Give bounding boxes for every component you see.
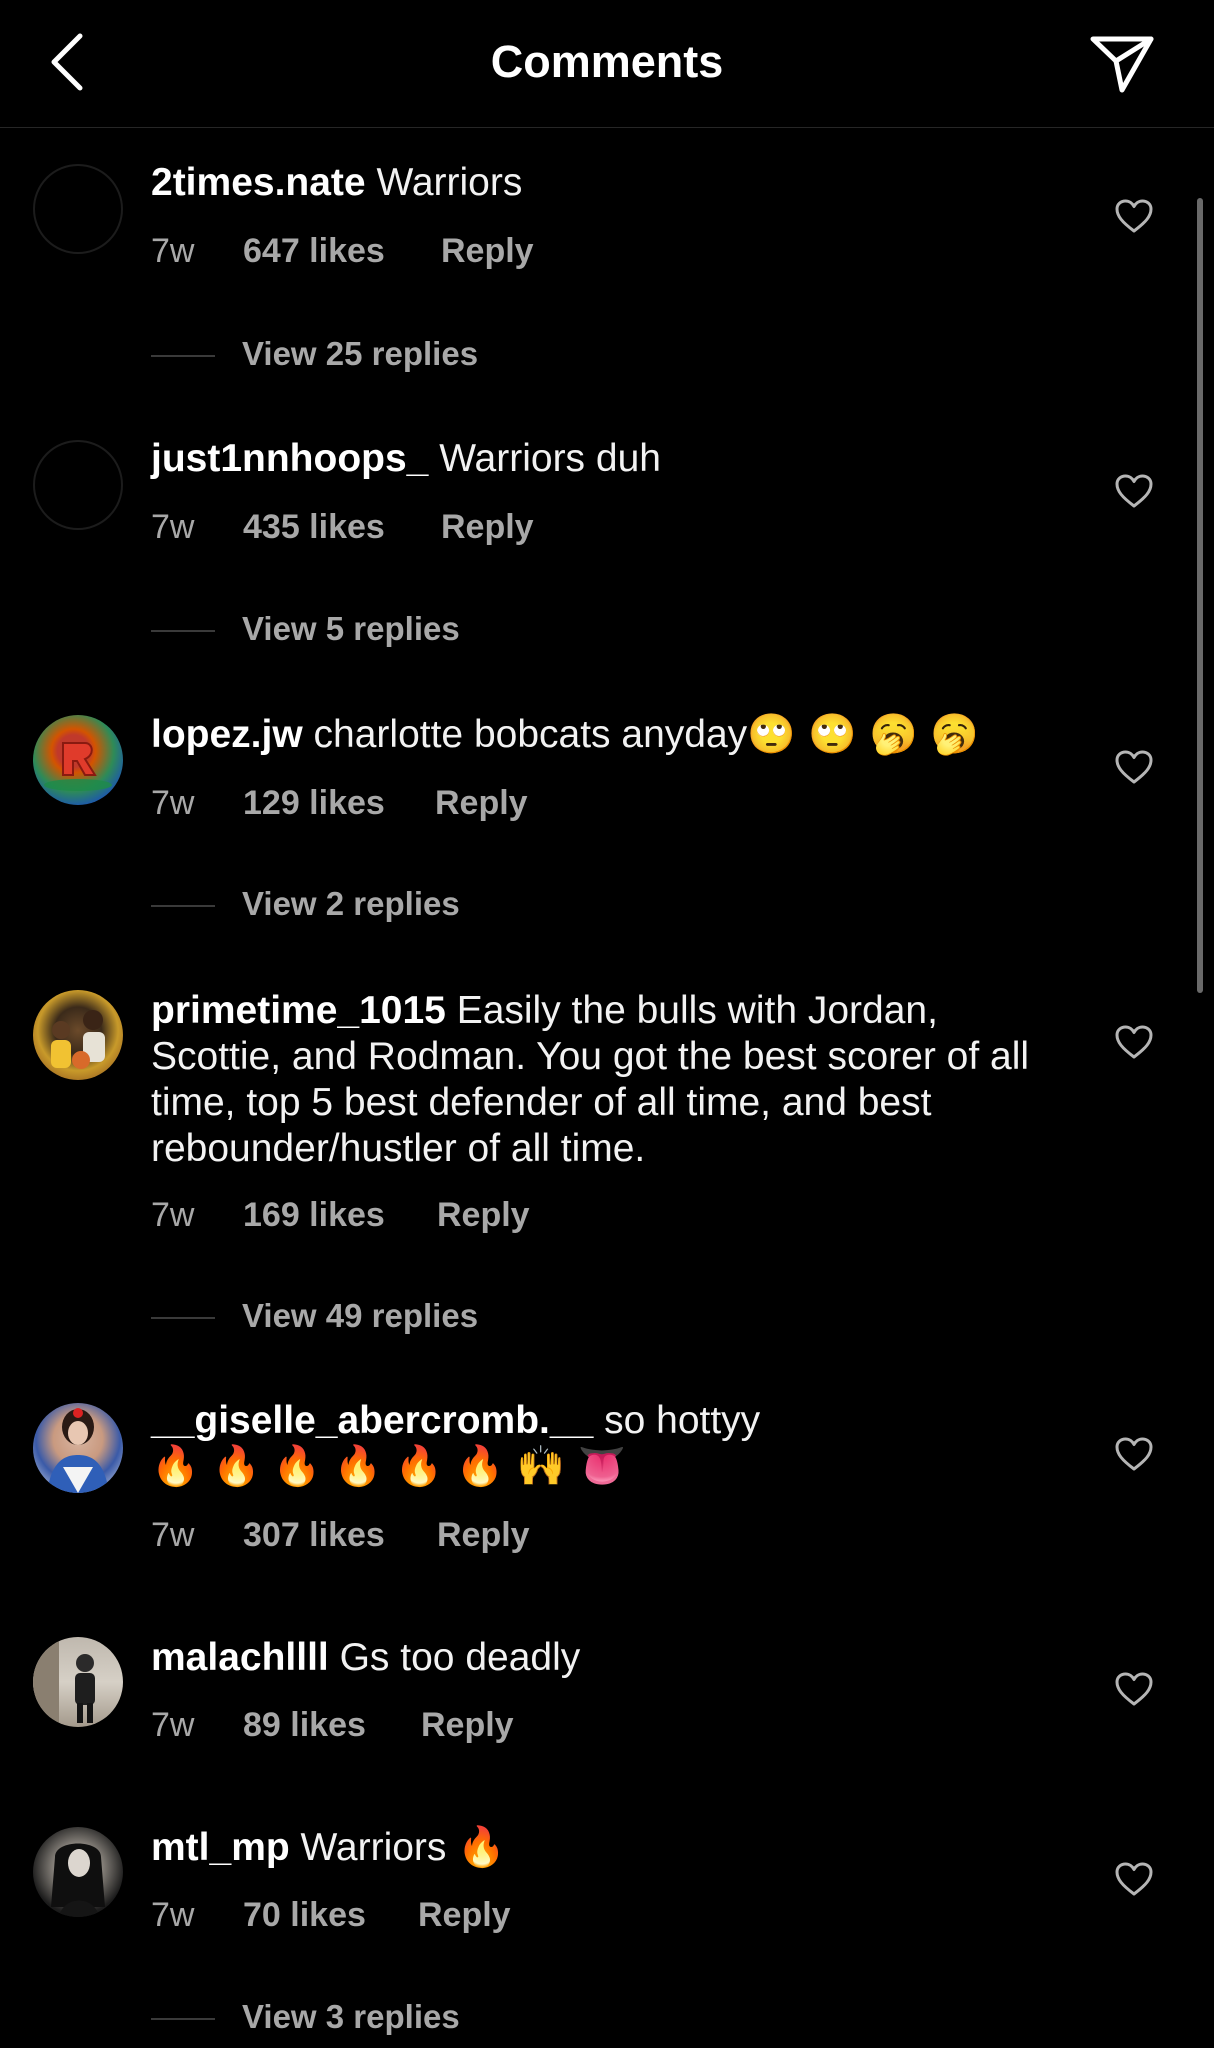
scrollbar[interactable] (1197, 198, 1203, 993)
comment-meta: 7w 435 likes Reply (151, 508, 534, 547)
comment-likes[interactable]: 89 likes (243, 1706, 366, 1745)
comment-username[interactable]: primetime_1015 (151, 989, 446, 1032)
comment-body: so hottyy (604, 1399, 761, 1442)
divider-line (151, 1317, 215, 1319)
heart-icon[interactable] (1114, 198, 1154, 234)
reply-button[interactable]: Reply (441, 232, 534, 271)
heart-icon[interactable] (1114, 1861, 1154, 1897)
page-title: Comments (490, 36, 724, 87)
comments-header: Comments (0, 0, 1214, 128)
avatar-logo-icon (44, 742, 112, 791)
comment-time: 7w (151, 508, 195, 546)
view-replies-label: View 2 replies (242, 885, 460, 922)
comment-time: 7w (151, 784, 195, 822)
comment-time: 7w (151, 1196, 195, 1234)
comment-likes[interactable]: 647 likes (243, 232, 385, 271)
comment-body: Warriors (376, 161, 523, 204)
reply-button[interactable]: Reply (418, 1896, 511, 1935)
comment-likes[interactable]: 435 likes (243, 508, 385, 547)
avatar[interactable] (33, 164, 123, 254)
comment-text: primetime_1015 Easily the bulls with Jor… (151, 988, 1051, 1172)
divider-line (151, 2018, 215, 2020)
heart-icon[interactable] (1114, 1671, 1154, 1707)
emoji-group: 🔥 (457, 1825, 506, 1870)
reply-button[interactable]: Reply (421, 1706, 514, 1745)
person-photo-icon (47, 1408, 109, 1493)
comment-meta: 7w 647 likes Reply (151, 232, 534, 271)
comment-likes[interactable]: 169 likes (243, 1196, 385, 1235)
comment-username[interactable]: __giselle_abercromb.__ (151, 1399, 593, 1442)
comment-text: 2times.nate Warriors (151, 160, 1051, 206)
view-replies-label: View 49 replies (242, 1297, 479, 1334)
person-photo-icon (33, 1637, 95, 1727)
emoji-group: 🔥 🔥 🔥 🔥 🔥 🔥 🙌 👅 (151, 1444, 627, 1489)
comment-text: malachllll Gs too deadly (151, 1635, 1051, 1681)
comment-time: 7w (151, 1706, 195, 1744)
emoji-group: 🙄 🙄 🥱 🥱 (747, 712, 979, 757)
comment-username[interactable]: 2times.nate (151, 161, 366, 204)
comment-time: 7w (151, 232, 195, 270)
comment-body: charlotte bobcats anyday (313, 713, 748, 756)
comment-meta: 7w 70 likes Reply (151, 1896, 511, 1935)
comment-time: 7w (151, 1896, 195, 1934)
heart-icon[interactable] (1114, 749, 1154, 785)
player-photo-icon (51, 1010, 105, 1069)
comment-likes[interactable]: 129 likes (243, 784, 385, 823)
comment-body: Warriors (300, 1826, 447, 1869)
comment-text: mtl_mp Warriors 🔥 (151, 1825, 1051, 1871)
heart-icon[interactable] (1114, 1436, 1154, 1472)
view-replies-label: View 3 replies (242, 1998, 460, 2035)
comment-likes[interactable]: 70 likes (243, 1896, 366, 1935)
heart-icon[interactable] (1114, 473, 1154, 509)
avatar[interactable] (33, 1637, 123, 1727)
avatar[interactable] (33, 990, 123, 1080)
comment-username[interactable]: lopez.jw (151, 713, 303, 756)
avatar[interactable] (33, 440, 123, 530)
comment-username[interactable]: just1nnhoops_ (151, 437, 428, 480)
reply-button[interactable]: Reply (437, 1516, 530, 1555)
comment-meta: 7w 89 likes Reply (151, 1706, 514, 1745)
comment-username[interactable]: malachllll (151, 1636, 329, 1679)
comment-body: Gs too deadly (339, 1636, 581, 1679)
comment-text: lopez.jw charlotte bobcats anyday🙄 🙄 🥱 🥱 (151, 712, 1051, 758)
divider-line (151, 630, 215, 632)
view-replies-label: View 25 replies (242, 335, 479, 372)
divider-line (151, 355, 215, 357)
comment-time: 7w (151, 1516, 195, 1554)
share-button[interactable] (1086, 32, 1158, 96)
comment-likes[interactable]: 307 likes (243, 1516, 385, 1555)
view-replies-label: View 5 replies (242, 610, 460, 647)
reply-button[interactable]: Reply (441, 508, 534, 547)
avatar[interactable] (33, 1827, 123, 1917)
avatar[interactable] (33, 715, 123, 805)
reply-button[interactable]: Reply (435, 784, 528, 823)
paper-plane-icon (1090, 36, 1154, 93)
comment-meta: 7w 169 likes Reply (151, 1196, 530, 1235)
comment-body: Warriors duh (439, 437, 661, 480)
comment-meta: 7w 307 likes Reply (151, 1516, 530, 1555)
comment-text: just1nnhoops_ Warriors duh (151, 436, 1051, 482)
comment-text: __giselle_abercromb.__ so hottyy 🔥 🔥 🔥 🔥… (151, 1398, 1051, 1490)
comment-username[interactable]: mtl_mp (151, 1826, 290, 1869)
person-photo-icon (51, 1843, 105, 1917)
avatar[interactable] (33, 1403, 123, 1493)
reply-button[interactable]: Reply (437, 1196, 530, 1235)
heart-icon[interactable] (1114, 1024, 1154, 1060)
comment-meta: 7w 129 likes Reply (151, 784, 528, 823)
divider-line (151, 905, 215, 907)
